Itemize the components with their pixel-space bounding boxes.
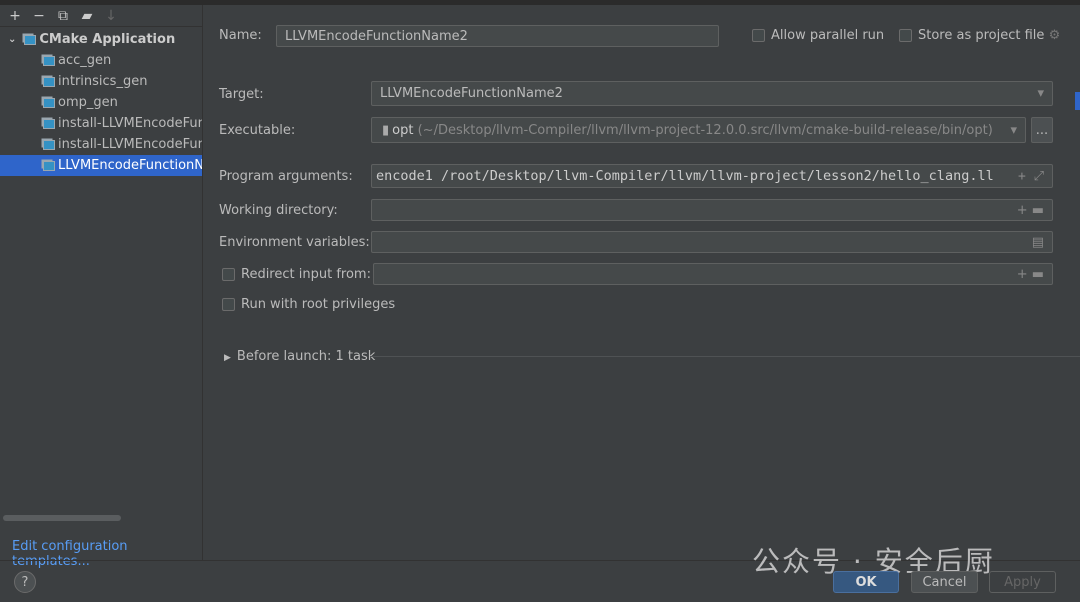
executable-name: opt [392,122,414,138]
checkbox-icon[interactable] [752,29,765,42]
sort-icon[interactable]: ↓ [104,8,118,24]
root-label: Run with root privileges [241,297,396,312]
env-vars-input[interactable]: ▤ [371,231,1053,253]
help-button[interactable]: ? [14,571,36,593]
gear-icon[interactable]: ⚙ [1049,28,1061,43]
executable-label: Executable: [219,123,296,138]
config-icon [43,97,55,108]
config-icon [43,118,55,129]
target-label: Target: [219,87,264,102]
target-select[interactable]: LLVMEncodeFunctionName2 ▾ [371,81,1053,106]
dropdown-arrow-icon[interactable]: ▾ [1037,86,1044,101]
cmake-config-icon [24,34,37,45]
group-label: CMake Application [39,32,176,47]
checkbox-icon[interactable] [222,298,235,311]
tree-item[interactable]: intrinsics_gen [0,71,202,92]
tree-item-selected[interactable]: LLVMEncodeFunctionNa [0,155,202,176]
allow-parallel-checkbox[interactable]: Allow parallel run [752,28,884,43]
copy-icon[interactable]: ⧉ [56,8,70,24]
chevron-down-icon[interactable]: ⌄ [8,34,16,45]
config-icon [43,160,55,171]
store-project-label: Store as project file [918,28,1045,43]
config-icon [43,139,55,150]
program-args-label: Program arguments: [219,169,353,184]
program-args-value: encode1 /root/Desktop/llvm-Compiler/llvm… [376,168,994,184]
working-dir-label: Working directory: [219,203,338,218]
chevron-right-icon[interactable]: ▶ [224,353,231,363]
executable-path: (~/Desktop/llvm-Compiler/llvm/llvm-proje… [417,122,993,138]
browse-button[interactable]: ... [1031,117,1053,143]
before-launch-toggle[interactable]: ▶ Before launch: 1 task [224,349,375,364]
add-icon[interactable]: + [8,8,22,24]
checkbox-icon[interactable] [222,268,235,281]
tree-item[interactable]: acc_gen [0,50,202,71]
executable-select[interactable]: ▮ opt (~/Desktop/llvm-Compiler/llvm/llvm-… [371,117,1026,143]
remove-icon[interactable]: − [32,8,46,24]
folder-icon[interactable]: + ▬ [1017,267,1044,282]
item-label: acc_gen [58,53,112,68]
new-folder-icon[interactable]: ▰ [80,8,94,24]
horizontal-scrollbar[interactable] [3,515,121,521]
config-form: Name: LLVMEncodeFunctionName2 Allow para… [204,5,1080,560]
tree-group-cmake[interactable]: ⌄ CMake Application [0,29,202,50]
item-label: install-LLVMEncodeFun [58,116,202,131]
tree-item[interactable]: install-LLVMEncodeFun [0,113,202,134]
add-expand-icons[interactable]: + ⤢ [1018,169,1044,184]
program-args-input[interactable]: encode1 /root/Desktop/llvm-Compiler/llvm… [371,164,1053,188]
before-launch-label: Before launch: 1 task [236,349,376,364]
dropdown-arrow-icon[interactable]: ▾ [1010,123,1017,138]
item-label: LLVMEncodeFunctionNa [58,158,202,173]
folder-icon[interactable]: + ▬ [1017,203,1044,218]
executable-file-icon: ▮ [382,122,390,138]
sidebar-toolbar: + − ⧉ ▰ ↓ [0,5,202,27]
item-label: install-LLVMEncodeFun [58,137,202,152]
env-vars-label: Environment variables: [219,235,370,250]
store-project-checkbox[interactable]: Store as project file ⚙ [899,28,1060,43]
root-privileges-checkbox[interactable]: Run with root privileges [222,297,395,312]
checkbox-icon[interactable] [899,29,912,42]
allow-parallel-label: Allow parallel run [771,28,885,43]
name-label: Name: [219,28,262,43]
item-label: omp_gen [58,95,118,110]
item-label: intrinsics_gen [58,74,148,89]
name-input[interactable]: LLVMEncodeFunctionName2 [276,25,719,47]
config-icon [43,55,55,66]
scroll-indicator [1075,92,1080,110]
redirect-input[interactable]: + ▬ [373,263,1053,285]
config-tree: ⌄ CMake Application acc_gen intrinsics_ge… [0,29,202,176]
edit-list-icon[interactable]: ▤ [1032,235,1044,250]
divider [370,356,1080,357]
tree-item[interactable]: omp_gen [0,92,202,113]
ok-button[interactable]: OK [833,571,899,593]
apply-button[interactable]: Apply [989,571,1056,593]
cancel-button[interactable]: Cancel [911,571,978,593]
config-icon [43,76,55,87]
redirect-label: Redirect input from: [241,267,371,282]
redirect-input-checkbox[interactable]: Redirect input from: [222,267,371,282]
working-dir-input[interactable]: + ▬ [371,199,1053,221]
sidebar: + − ⧉ ▰ ↓ ⌄ CMake Application acc_gen int… [0,5,203,569]
tree-item[interactable]: install-LLVMEncodeFun [0,134,202,155]
target-value: LLVMEncodeFunctionName2 [380,86,563,101]
